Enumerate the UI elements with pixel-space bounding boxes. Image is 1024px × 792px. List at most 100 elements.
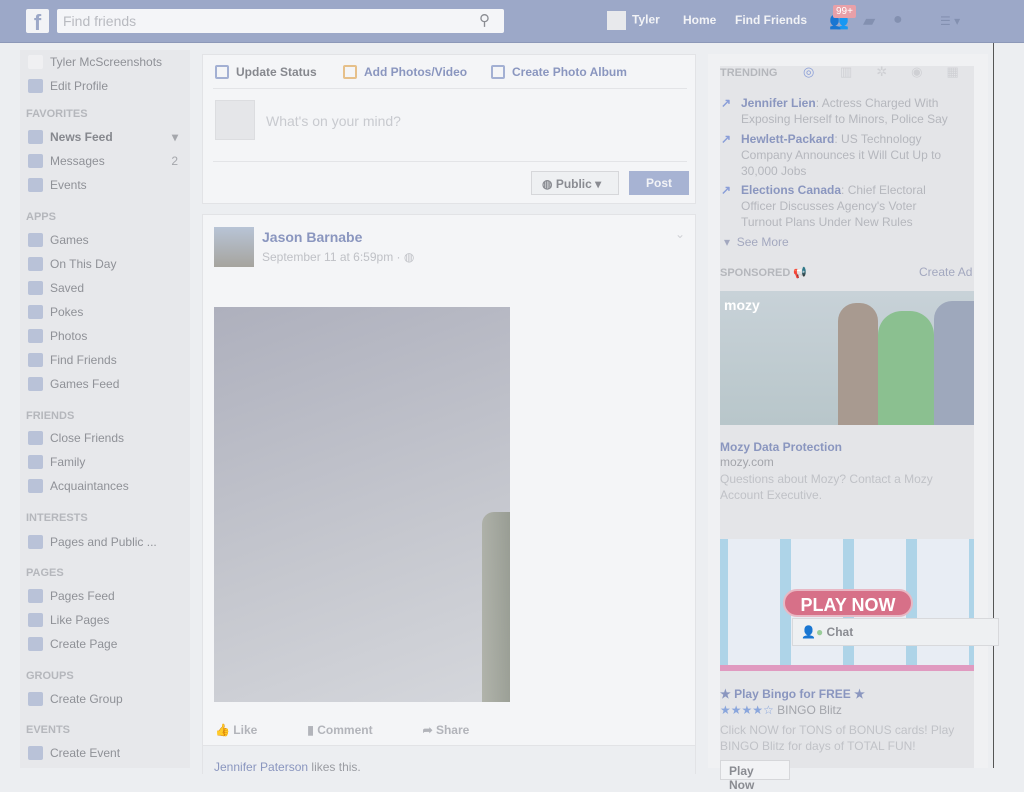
sidebar-item[interactable]: Create Group [28,688,184,710]
sidebar-item-label: Games [50,233,89,247]
sidebar-item[interactable]: Photos [28,325,184,347]
sidebar-item-icon [28,589,43,603]
sidebar-item-icon [28,178,43,192]
trending-topic[interactable]: Jennifer Lien [741,96,816,110]
sidebar-item[interactable]: Events [28,174,184,196]
pencil-icon [28,79,43,93]
ad-title[interactable]: ★ Play Bingo for FREE ★ [720,687,865,701]
sidebar-item[interactable]: Saved [28,277,184,299]
sidebar-section-title: PAGES [26,567,64,579]
sidebar-item[interactable]: Pages Feed [28,585,184,607]
comment-button[interactable]: ▮ Comment [307,723,372,737]
sidebar-item-label: Family [50,455,86,469]
sidebar-item[interactable]: Create Event [28,742,184,764]
sidebar-item-label: Messages [50,154,105,168]
sponsored-title: SPONSORED 📢 [720,266,807,279]
sidebar-item-icon [28,637,43,651]
privacy-selector[interactable]: ◍ Public ▾ [531,171,619,195]
mozy-ad-image[interactable]: mozy [720,291,974,425]
author-name[interactable]: Jason Barnabe [262,229,362,245]
sidebar-item[interactable]: On This Day [28,253,184,275]
facebook-logo[interactable]: f [26,9,49,35]
sidebar-section-title: EVENTS [26,724,71,736]
like-label: Like [233,723,258,737]
top-bar: f Find friends ⚲ Tyler Home Find Friends … [0,0,1024,43]
ad-domain[interactable]: mozy.com [720,455,774,469]
profile-link[interactable]: Tyler [607,11,660,30]
tab-label: Add Photos/Video [364,65,468,79]
sidebar-item[interactable]: Acquaintances [28,475,184,497]
home-link[interactable]: Home [683,13,716,27]
search-input[interactable]: Find friends ⚲ [57,9,504,33]
composer: Update Status Add Photos/Video Create Ph… [202,54,696,204]
post-photo[interactable] [214,307,510,702]
tab-create-album[interactable]: Create Photo Album [491,65,627,79]
author-avatar[interactable] [214,227,254,267]
see-more-label: See More [736,235,789,249]
ad-title[interactable]: Mozy Data Protection [720,440,842,454]
find-friends-link[interactable]: Find Friends [735,13,807,27]
sidebar-item[interactable]: Games Feed [28,373,184,395]
user-name: Tyler [632,12,660,27]
star-rating-icon: ★★★★☆ [720,703,774,717]
chevron-down-icon[interactable]: ⌄ [675,227,685,241]
ad-source: BINGO Blitz [777,703,842,717]
sidebar-item-icon [28,455,43,469]
sidebar-item-label: Close Friends [50,431,125,445]
trending-tab-icon[interactable]: ◎ [803,64,814,80]
like-button[interactable]: 👍 Like [215,723,257,737]
likes-summary: Jennifer Paterson likes this. [203,745,695,775]
sponsored-label: SPONSORED [720,267,791,279]
globe-icon[interactable]: ● [893,11,903,29]
see-more-link[interactable]: ▾ See More [724,235,789,249]
search-icon[interactable]: ⚲ [479,11,490,29]
trending-item[interactable]: Elections Canada: Chief Electoral Office… [721,182,957,230]
trending-topic[interactable]: Hewlett-Packard [741,132,834,146]
sidebar-item-label: On This Day [50,257,117,271]
sidebar-item-label: Saved [50,281,85,295]
trending-item[interactable]: Jennifer Lien: Actress Charged With Expo… [721,95,957,127]
tab-add-photos[interactable]: Add Photos/Video [343,65,467,79]
sidebar-item-label: Create Page [50,637,118,651]
post-button[interactable]: Post [629,171,689,195]
status-input[interactable]: What's on your mind? [266,113,401,129]
messages-icon[interactable]: ▰ [863,11,875,31]
item-count: 2 [171,154,178,168]
likes-text: likes this. [308,760,361,774]
sidebar-item[interactable]: Pages and Public ... [28,531,184,553]
post-timestamp[interactable]: September 11 at 6:59pm · ◍ [262,250,414,264]
sidebar-item[interactable]: Close Friends [28,427,184,449]
tab-update-status[interactable]: Update Status [215,65,317,79]
pencil-icon [215,65,229,79]
sidebar-item[interactable]: Find Friends [28,349,184,371]
sidebar-section-title: FRIENDS [26,410,75,422]
bingo-ad-image[interactable]: PLAY NOW [720,539,974,671]
sidebar-item[interactable]: Like Pages [28,609,184,631]
play-now-button[interactable]: Play Now [720,760,790,792]
liker-link[interactable]: Jennifer Paterson [214,760,308,774]
chevron-down-icon[interactable]: ▾ [172,130,178,144]
sidebar-item[interactable]: News Feed ▾ [28,126,184,148]
sidebar-item[interactable]: Pokes [28,301,184,323]
sidebar-item-label: Pokes [50,305,84,319]
trending-topic[interactable]: Elections Canada [741,183,841,197]
trending-category-icons[interactable]: ▥✲◉▦ [840,64,983,80]
sidebar-item-icon [28,305,43,319]
sidebar-item-icon [28,353,43,367]
create-ad-link[interactable]: Create Ad [919,265,972,279]
share-button[interactable]: ➦ Share [423,723,470,737]
comment-label: Comment [317,723,373,737]
timestamp-text: September 11 at 6:59pm · [262,250,401,264]
sidebar-item[interactable]: Family [28,451,184,473]
sidebar-item-icon [28,281,43,295]
sidebar-item[interactable]: Create Page [28,633,184,655]
chat-bar[interactable]: 👤● Chat [792,618,999,646]
sidebar-item[interactable]: Games [28,229,184,251]
sidebar-item-icon [28,377,43,391]
privacy-shortcuts-icon[interactable]: ☰ ▾ [940,14,960,28]
post-actions: 👍 Like ▮ Comment ➦ Share [215,723,469,737]
sidebar-edit-profile[interactable]: Edit Profile [28,75,108,97]
trending-item[interactable]: Hewlett-Packard: US Technology Company A… [721,131,957,179]
sidebar-item[interactable]: Messages 2 [28,150,184,172]
sidebar-profile[interactable]: Tyler McScreenshots [28,51,162,73]
